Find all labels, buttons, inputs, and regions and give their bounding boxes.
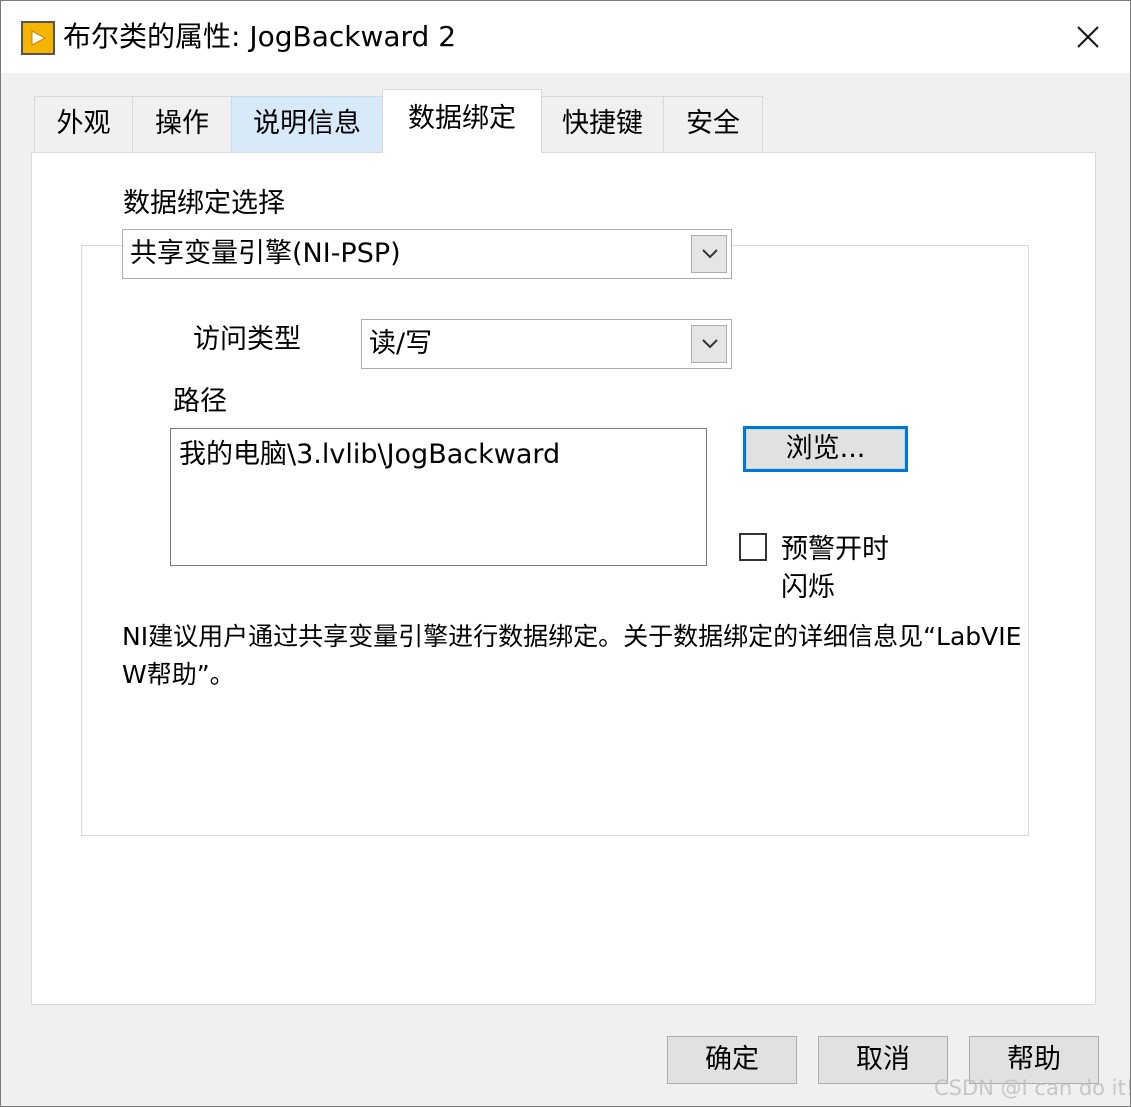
labview-vi-icon [21, 21, 55, 55]
data-binding-selection-label: 数据绑定选择 [123, 188, 285, 219]
tab-data-binding[interactable]: 数据绑定 [382, 89, 542, 153]
access-type-select[interactable]: 读/写 [361, 319, 732, 369]
access-type-label: 访问类型 [193, 324, 301, 355]
access-type-select-value: 读/写 [369, 328, 433, 359]
path-label: 路径 [173, 386, 227, 417]
tab-shortcuts[interactable]: 快捷键 [541, 96, 664, 152]
properties-dialog: 布尔类的属性: JogBackward 2 外观 操作 说明信息 数据绑定 快捷… [0, 0, 1131, 1107]
tab-security[interactable]: 安全 [663, 96, 763, 152]
chevron-down-icon [702, 249, 718, 259]
cancel-button[interactable]: 取消 [818, 1036, 948, 1084]
window-title: 布尔类的属性: JogBackward 2 [63, 20, 457, 53]
blink-on-alarm-label-line1: 预警开时 [781, 534, 889, 565]
dropdown-button[interactable] [691, 325, 727, 363]
blink-on-alarm-label-line2: 闪烁 [781, 572, 835, 603]
path-field[interactable]: 我的电脑\3.lvlib\JogBackward [170, 428, 707, 566]
tab-appearance[interactable]: 外观 [34, 96, 133, 152]
data-binding-select[interactable]: 共享变量引擎(NI-PSP) [122, 229, 732, 279]
tab-operation[interactable]: 操作 [132, 96, 232, 152]
chevron-down-icon [702, 339, 718, 349]
binding-note: NI建议用户通过共享变量引擎进行数据绑定。关于数据绑定的详细信息见“LabVIE… [122, 622, 1022, 689]
tab-documentation[interactable]: 说明信息 [231, 96, 383, 152]
ok-button[interactable]: 确定 [667, 1036, 797, 1084]
dropdown-button[interactable] [691, 235, 727, 273]
data-binding-select-value: 共享变量引擎(NI-PSP) [130, 238, 401, 269]
blink-on-alarm-checkbox[interactable] [739, 533, 767, 561]
close-icon [1077, 26, 1099, 48]
path-field-value: 我的电脑\3.lvlib\JogBackward [179, 439, 561, 470]
close-button[interactable] [1061, 13, 1115, 59]
title-bar[interactable]: 布尔类的属性: JogBackward 2 [1, 1, 1130, 73]
browse-button[interactable]: 浏览... [743, 426, 908, 472]
csdn-watermark: CSDN @I can do it! [934, 1076, 1131, 1100]
